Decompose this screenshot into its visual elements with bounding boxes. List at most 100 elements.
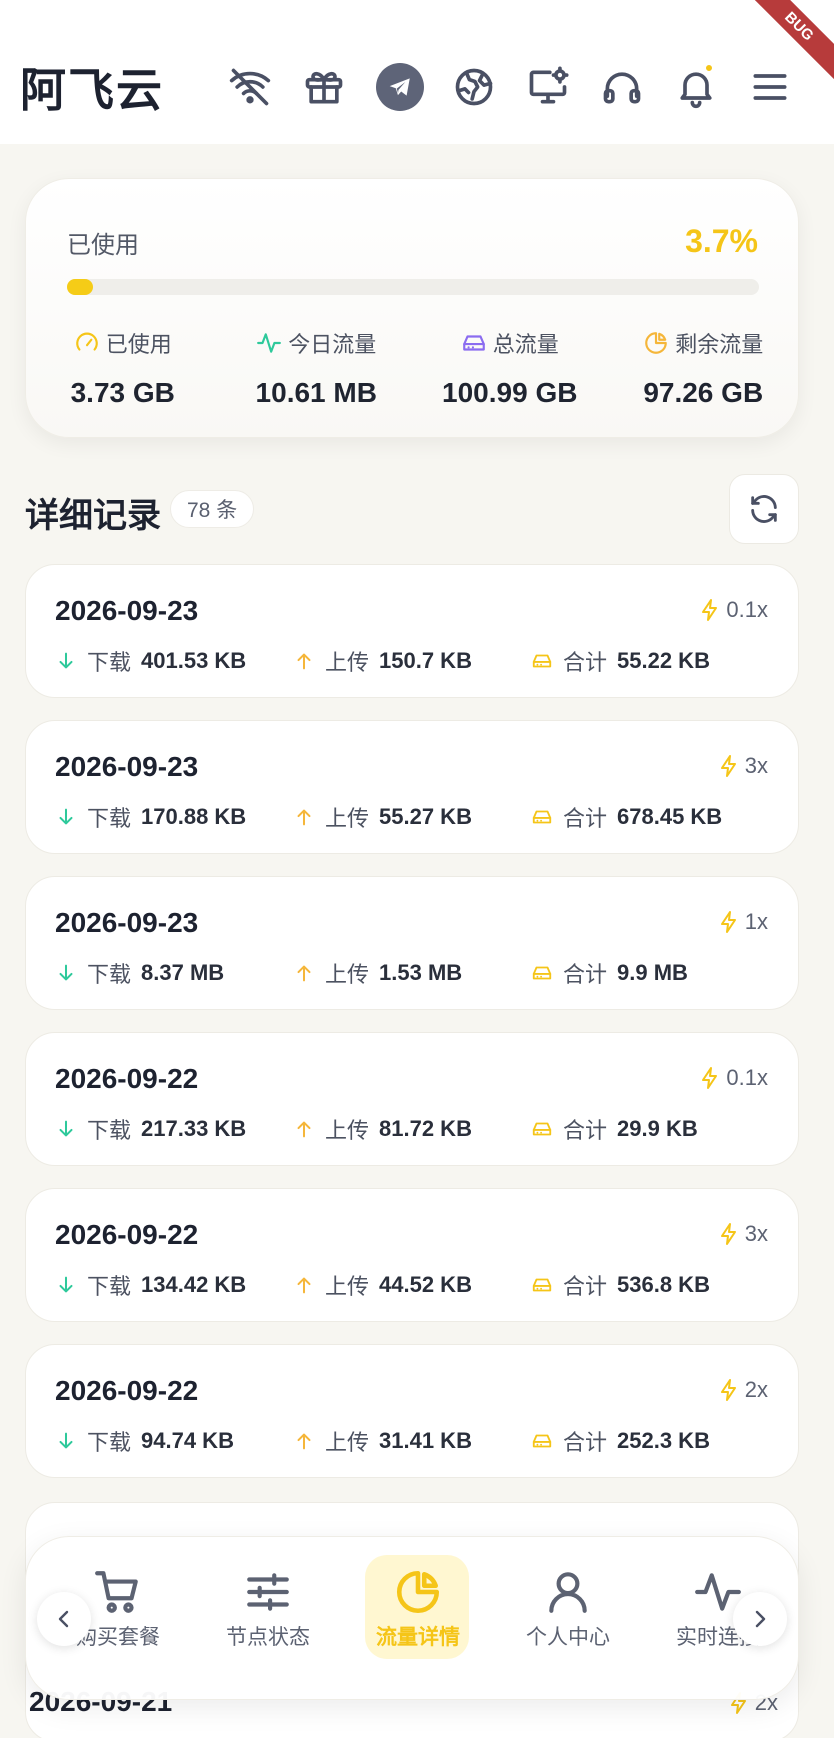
record-upload: 上传 1.53 MB [293,957,462,989]
record-download: 下载 170.88 KB [55,801,246,833]
record-date: 2026-09-23 [55,907,199,938]
monitor-settings-icon[interactable] [518,57,578,117]
record-multiplier: 3x [717,753,768,779]
stat-total: 总流量 100.99 GB [413,327,607,409]
app-header: 阿飞云 BUG [0,0,834,144]
nav-item-node-status[interactable]: 节点状态 [213,1567,323,1651]
stat-today: 今日流量 10.61 MB [220,327,414,409]
drive-icon [532,654,552,668]
arrow-up-icon [297,809,311,826]
record-download: 下载 94.74 KB [55,1425,234,1457]
record-date: 2026-09-22 [55,1375,199,1406]
bottom-nav: 购买套餐 节点状态 流量详情 个人中心 实时连接 [25,1536,799,1700]
app-title: 阿飞云 [20,64,164,116]
record-date: 2026-09-22 [55,1219,199,1250]
bolt-icon [720,1379,736,1401]
nav-scroll-left-button[interactable] [37,1592,91,1646]
record-multiplier: 3x [717,1221,768,1247]
stat-label: 今日流量 [288,332,377,357]
record-upload: 上传 150.7 KB [293,645,472,677]
refresh-button[interactable] [729,474,799,544]
activity-icon [257,333,282,353]
cart-icon [95,1571,138,1613]
record-total: 合计 55.22 KB [531,645,710,677]
stat-value: 97.26 GB [643,377,764,408]
list-item[interactable]: 2026-09-22 2x 下载 94.74 KB 上传 31.41 KB 合计 252.3 … [25,1344,799,1478]
record-date: 2026-09-22 [55,1063,199,1094]
refresh-icon [751,495,777,523]
usage-card: 已使用 3.7% 已使用 3.73 GB 今日流量 10.61 MB 总流量 1… [25,178,799,438]
bolt-icon [702,599,718,621]
debug-ribbon: BUG [714,0,834,120]
drive-icon [532,810,552,824]
record-total: 合计 9.9 MB [531,957,688,989]
stat-value: 3.73 GB [70,377,175,408]
record-multiplier: 2x [717,1377,768,1403]
records-title: 详细记录 [25,497,161,535]
list-item[interactable]: 2026-09-22 3x 下载 134.42 KB 上传 44.52 KB 合计 536.8… [25,1188,799,1322]
drive-icon [532,1122,552,1136]
nav-item-traffic-details[interactable]: 流量详情 [363,1555,473,1659]
record-total: 合计 536.8 KB [531,1269,710,1301]
record-download: 下载 217.33 KB [55,1113,246,1145]
record-date: 2026-09-23 [55,595,199,626]
record-upload: 上传 44.52 KB [293,1269,472,1301]
globe-icon[interactable] [444,57,504,117]
record-multiplier: 1x [717,909,768,935]
drive-icon [532,1434,552,1448]
drive-icon [532,1278,552,1292]
list-item[interactable]: 2026-09-22 0.1x 下载 217.33 KB 上传 81.72 KB 合计 29.… [25,1032,799,1166]
stat-used: 已使用 3.73 GB [26,327,220,409]
bolt-icon [720,755,736,777]
telegram-icon[interactable] [376,63,424,111]
record-total: 合计 252.3 KB [531,1425,710,1457]
notification-dot [704,63,714,73]
arrow-up-icon [297,965,311,982]
record-date: 2026-09-23 [55,751,199,782]
arrow-down-icon [59,652,73,669]
sliders-icon [247,1573,289,1611]
list-item[interactable]: 2026-09-23 0.1x 下载 401.53 KB 上传 150.7 KB 合计 55.… [25,564,799,698]
arrow-down-icon [59,1432,73,1449]
arrow-down-icon [59,964,73,981]
pie-icon [645,332,668,354]
arrow-up-icon [297,1433,311,1450]
gauge-icon [75,332,98,351]
usage-stats: 已使用 3.73 GB 今日流量 10.61 MB 总流量 100.99 GB … [26,327,800,409]
stat-label: 总流量 [492,332,559,357]
record-download: 下载 401.53 KB [55,645,246,677]
records-count-badge: 78 条 [170,490,255,528]
user-icon [549,1572,587,1613]
record-multiplier: 0.1x [698,1065,768,1091]
gift-icon[interactable] [294,57,354,117]
bolt-icon [702,1067,718,1089]
nav-scroll-right-button[interactable] [733,1592,787,1646]
arrow-down-icon [59,1276,73,1293]
chevron-left-icon [58,1610,69,1628]
record-total: 合计 678.45 KB [531,801,722,833]
drive-icon [462,335,485,351]
bolt-icon [720,1223,736,1245]
stat-value: 10.61 MB [255,377,377,408]
record-upload: 上传 31.41 KB [293,1425,472,1457]
record-multiplier: 0.1x [698,597,768,623]
list-item[interactable]: 2026-09-23 3x 下载 170.88 KB 上传 55.27 KB 合计 678.4… [25,720,799,854]
arrow-up-icon [297,653,311,670]
record-upload: 上传 55.27 KB [293,801,472,833]
headphones-icon[interactable] [592,57,652,117]
stat-label: 剩余流量 [675,332,764,357]
list-item[interactable]: 2026-09-23 1x 下载 8.37 MB 上传 1.53 MB 合计 9.9 MB [25,876,799,1010]
record-download: 下载 8.37 MB [55,957,224,989]
usage-progress-bar [67,279,759,295]
wifi-off-icon[interactable] [220,57,280,117]
nav-item-profile[interactable]: 个人中心 [513,1567,623,1651]
arrow-down-icon [59,1120,73,1137]
arrow-up-icon [297,1277,311,1294]
bolt-icon [720,911,736,933]
record-download: 下载 134.42 KB [55,1269,246,1301]
pie-chart-icon [396,1570,440,1614]
stat-label: 已使用 [105,332,172,357]
record-upload: 上传 81.72 KB [293,1113,472,1145]
record-total: 合计 29.9 KB [531,1113,698,1145]
stat-remaining: 剩余流量 97.26 GB [607,327,801,409]
